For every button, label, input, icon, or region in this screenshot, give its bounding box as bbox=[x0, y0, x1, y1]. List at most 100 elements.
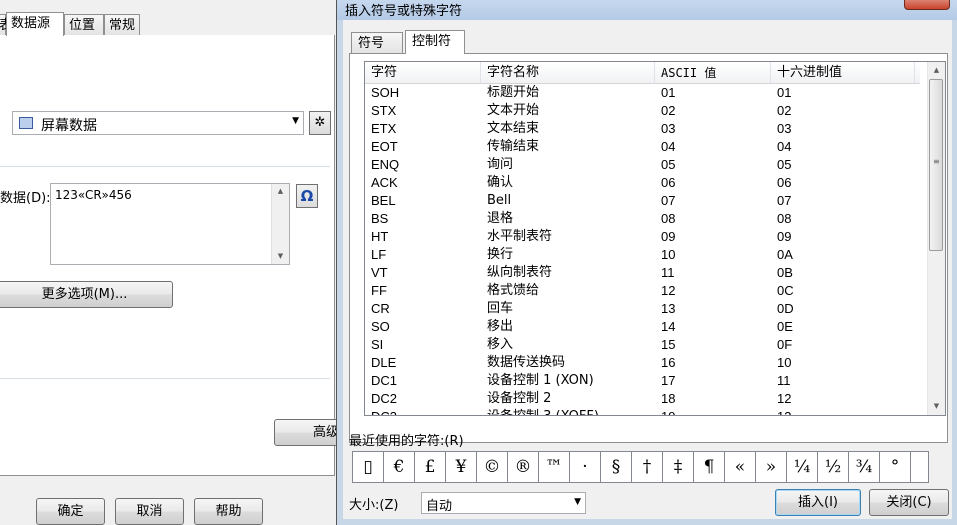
tab-symbols[interactable]: 符号 bbox=[351, 32, 403, 53]
list-item[interactable]: ACK 确认 06 06 bbox=[365, 174, 920, 192]
cell-ascii: 18 bbox=[661, 391, 676, 406]
recent-character[interactable]: © bbox=[477, 452, 508, 482]
recent-character[interactable]: ® bbox=[508, 452, 539, 482]
recent-character[interactable]: « bbox=[725, 452, 756, 482]
cell-hex: 0D bbox=[777, 301, 794, 316]
cell-ascii: 02 bbox=[661, 103, 676, 118]
scroll-up-icon[interactable]: ▲ bbox=[928, 66, 945, 74]
list-item[interactable]: LF 换行 10 0A bbox=[365, 246, 920, 264]
cell-ascii: 08 bbox=[661, 211, 676, 226]
cell-char: ENQ bbox=[371, 157, 400, 172]
list-header: 字符 字符名称 ASCII 值 十六进制值 bbox=[365, 62, 920, 84]
cell-hex: 07 bbox=[777, 193, 792, 208]
list-item[interactable]: BEL Bell 07 07 bbox=[365, 192, 920, 210]
help-button[interactable]: 帮助 bbox=[194, 498, 263, 525]
cell-ascii: 06 bbox=[661, 175, 676, 190]
list-item[interactable]: DC3 设备控制 3 (XOFF) 19 13 bbox=[365, 408, 920, 415]
column-header-hex[interactable]: 十六进制值 bbox=[771, 62, 915, 83]
cell-hex: 10 bbox=[777, 355, 792, 370]
list-item[interactable]: SOH 标题开始 01 01 bbox=[365, 84, 920, 102]
tab-data-source[interactable]: 数据源 bbox=[6, 12, 64, 36]
column-header-ascii[interactable]: ASCII 值 bbox=[655, 62, 771, 83]
scroll-thumb[interactable]: ≡ bbox=[929, 79, 943, 251]
cell-char: DLE bbox=[371, 355, 397, 370]
data-label: 数据(D): bbox=[0, 191, 51, 206]
recent-character[interactable]: ° bbox=[880, 452, 911, 482]
list-item[interactable]: ENQ 询问 05 05 bbox=[365, 156, 920, 174]
cancel-button[interactable]: 取消 bbox=[115, 498, 184, 525]
cell-name: 传输结束 bbox=[487, 139, 540, 154]
cell-hex: 0C bbox=[777, 283, 794, 298]
tab-control-characters[interactable]: 控制符 bbox=[405, 30, 465, 54]
recent-character[interactable]: ™ bbox=[539, 452, 570, 482]
cell-ascii: 03 bbox=[661, 121, 676, 136]
source-combo[interactable]: 屏幕数据 ▼ bbox=[12, 111, 304, 135]
recent-character[interactable]: ‡ bbox=[663, 452, 694, 482]
list-item[interactable]: DC2 设备控制 2 18 12 bbox=[365, 390, 920, 408]
scroll-down-icon: ▼ bbox=[277, 252, 284, 260]
list-item[interactable]: VT 纵向制表符 11 0B bbox=[365, 264, 920, 282]
recent-character[interactable]: · bbox=[570, 452, 601, 482]
cell-ascii: 09 bbox=[661, 229, 676, 244]
cell-name: 纵向制表符 bbox=[487, 265, 553, 280]
list-item[interactable]: SI 移入 15 0F bbox=[365, 336, 920, 354]
insert-symbol-dialog: 插入符号或特殊字符 符号 控制符 字符 字符名称 ASCII 值 十六进制值 S… bbox=[336, 0, 957, 525]
title-bar[interactable]: 插入符号或特殊字符 bbox=[337, 0, 957, 20]
cell-char: SOH bbox=[371, 85, 400, 100]
cell-hex: 05 bbox=[777, 157, 792, 172]
column-header-name[interactable]: 字符名称 bbox=[481, 62, 655, 83]
tab-position[interactable]: 位置 bbox=[64, 14, 104, 35]
dialog-title: 插入符号或特殊字符 bbox=[345, 4, 463, 19]
chevron-down-icon: ▼ bbox=[292, 116, 299, 126]
list-item[interactable]: STX 文本开始 02 02 bbox=[365, 102, 920, 120]
cell-hex: 13 bbox=[771, 408, 791, 415]
recent-character[interactable]: ½ bbox=[818, 452, 849, 482]
recent-character[interactable]: ¼ bbox=[787, 452, 818, 482]
close-button[interactable]: 关闭(C) bbox=[869, 489, 949, 516]
insert-button[interactable]: 插入(I) bbox=[775, 489, 861, 516]
recent-character[interactable]: » bbox=[756, 452, 787, 482]
tab-general[interactable]: 常规 bbox=[104, 14, 140, 35]
list-item[interactable]: EOT 传输结束 04 04 bbox=[365, 138, 920, 156]
size-combo[interactable]: 自动 ▼ bbox=[421, 492, 586, 514]
more-options-button[interactable]: 更多选项(M)... bbox=[0, 281, 173, 308]
recent-character[interactable]: ¾ bbox=[849, 452, 880, 482]
list-scrollbar[interactable]: ▲ ≡ ▼ bbox=[927, 62, 945, 415]
advanced-button[interactable]: 高级 bbox=[274, 419, 338, 446]
column-header-char[interactable]: 字符 bbox=[365, 62, 481, 83]
insert-symbol-button[interactable]: Ω bbox=[296, 184, 318, 208]
list-item[interactable]: DLE 数据传送换码 16 10 bbox=[365, 354, 920, 372]
data-scrollbar[interactable]: ▲ ▼ bbox=[271, 184, 289, 264]
data-textarea[interactable]: 123«CR»456 ▲ ▼ bbox=[50, 183, 290, 265]
cell-hex: 0F bbox=[777, 337, 793, 352]
recent-character[interactable]: † bbox=[632, 452, 663, 482]
scroll-down-icon[interactable]: ▼ bbox=[928, 402, 945, 410]
window-close-button[interactable] bbox=[904, 0, 950, 10]
dialog-body: 符号 控制符 字符 字符名称 ASCII 值 十六进制值 SOH 标题开始 01 01… bbox=[343, 20, 952, 519]
recent-character[interactable]: ¥ bbox=[446, 452, 477, 482]
recent-character[interactable]: £ bbox=[415, 452, 446, 482]
list-item[interactable]: BS 退格 08 08 bbox=[365, 210, 920, 228]
magic-wand-icon: ✲ bbox=[314, 115, 326, 130]
control-character-list[interactable]: 字符 字符名称 ASCII 值 十六进制值 SOH 标题开始 01 01 STX 文本开始… bbox=[364, 61, 946, 416]
list-item[interactable]: CR 回车 13 0D bbox=[365, 300, 920, 318]
list-item[interactable]: SO 移出 14 0E bbox=[365, 318, 920, 336]
list-item[interactable]: HT 水平制表符 09 09 bbox=[365, 228, 920, 246]
list-item[interactable]: DC1 设备控制 1 (XON) 17 11 bbox=[365, 372, 920, 390]
cell-name: 水平制表符 bbox=[487, 229, 553, 244]
list-item[interactable]: ETX 文本结束 03 03 bbox=[365, 120, 920, 138]
cell-char: VT bbox=[371, 265, 388, 280]
cell-char: HT bbox=[371, 229, 389, 244]
cell-name: 格式馈给 bbox=[487, 283, 540, 298]
cell-ascii: 16 bbox=[661, 355, 676, 370]
recent-character[interactable]: € bbox=[384, 452, 415, 482]
cell-ascii: 01 bbox=[661, 85, 676, 100]
recent-character[interactable]: ¶ bbox=[694, 452, 725, 482]
recent-character[interactable]: § bbox=[601, 452, 632, 482]
wizard-button[interactable]: ✲ bbox=[309, 111, 331, 135]
recent-character[interactable]: ▯ bbox=[353, 452, 384, 482]
cell-char: DC3 bbox=[365, 408, 397, 415]
screen-data-icon bbox=[19, 117, 33, 129]
ok-button[interactable]: 确定 bbox=[36, 498, 105, 525]
list-item[interactable]: FF 格式馈给 12 0C bbox=[365, 282, 920, 300]
